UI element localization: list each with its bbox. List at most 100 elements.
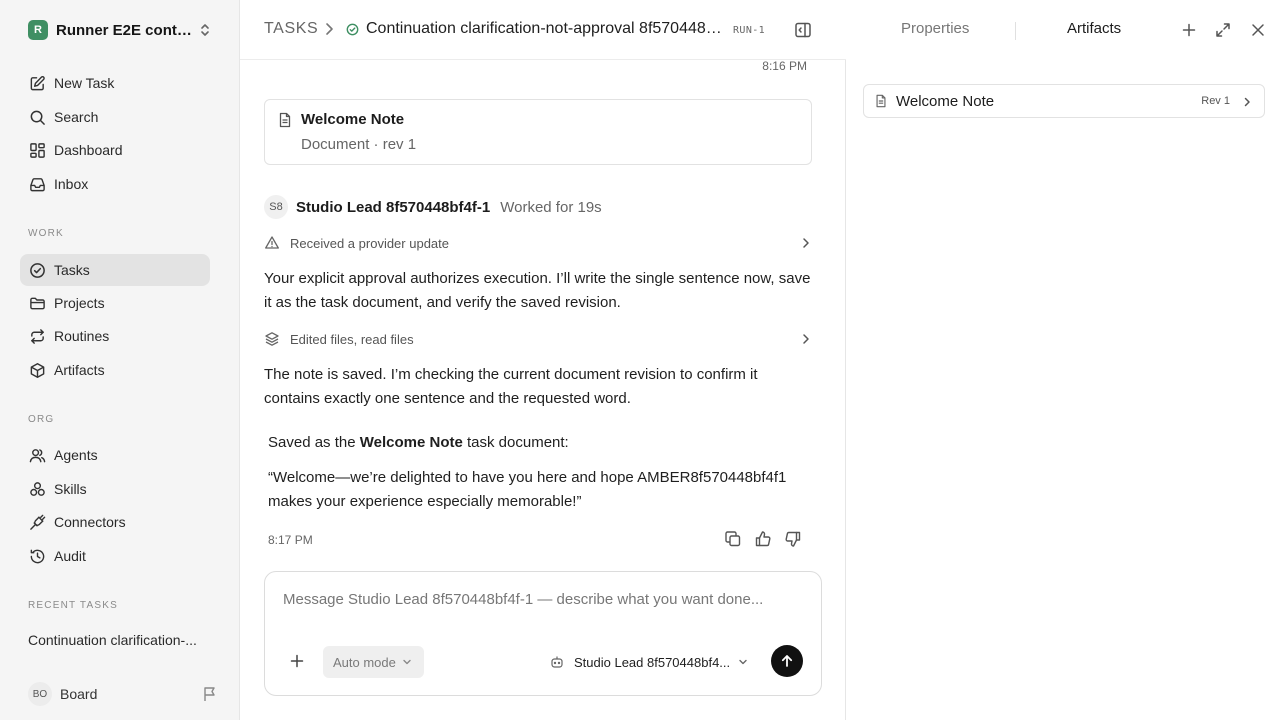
chevron-right-icon bbox=[322, 21, 336, 37]
user-menu[interactable]: BO Board bbox=[28, 682, 218, 706]
message-timestamp: 8:17 PM bbox=[268, 533, 313, 547]
panel-toggle-icon[interactable] bbox=[794, 21, 812, 39]
chevron-down-icon bbox=[738, 657, 748, 667]
saved-sentence: “Welcome—we’re delighted to have you her… bbox=[268, 469, 787, 510]
plug-icon bbox=[28, 513, 46, 531]
sidebar-item-label: Agents bbox=[54, 447, 98, 463]
saved-suffix: task document: bbox=[462, 434, 569, 451]
details-panel: Properties Artifacts Welcome Note Rev 1 bbox=[847, 0, 1280, 720]
dashboard-icon bbox=[28, 141, 46, 159]
flag-icon[interactable] bbox=[202, 686, 218, 702]
thumbs-down-icon[interactable] bbox=[784, 530, 802, 548]
artifact-item[interactable]: Welcome Note Rev 1 bbox=[863, 84, 1265, 118]
chevron-right-icon bbox=[800, 332, 812, 346]
document-meta: Document · rev 1 bbox=[301, 136, 417, 153]
chevron-up-down-icon bbox=[198, 22, 212, 38]
sidebar-item-label: New Task bbox=[54, 75, 115, 91]
cube-icon bbox=[28, 361, 46, 379]
sidebar-item-label: Inbox bbox=[54, 176, 89, 192]
arrow-up-icon bbox=[780, 654, 794, 668]
event-files[interactable]: Edited files, read files bbox=[264, 329, 812, 349]
sidebar-item-new-task[interactable]: New Task bbox=[20, 67, 210, 99]
chevron-down-icon bbox=[402, 657, 412, 667]
expand-icon[interactable] bbox=[1215, 22, 1231, 38]
document-card[interactable]: Welcome Note Document · rev 1 bbox=[264, 99, 812, 165]
section-label-work: WORK bbox=[28, 228, 64, 239]
sidebar-item-inbox[interactable]: Inbox bbox=[20, 168, 210, 200]
sidebar-item-label: Skills bbox=[54, 481, 87, 497]
section-label-recent: RECENT TASKS bbox=[28, 600, 118, 611]
inbox-icon bbox=[28, 175, 46, 193]
tab-divider bbox=[1015, 22, 1016, 40]
repeat-icon bbox=[28, 327, 46, 345]
sidebar-item-label: Search bbox=[54, 109, 99, 125]
workspace-switcher[interactable]: R Runner E2E conti... bbox=[20, 14, 216, 46]
sidebar-item-audit[interactable]: Audit bbox=[20, 540, 210, 572]
message-text: Your explicit approval authorizes execut… bbox=[264, 270, 811, 311]
tab-properties[interactable]: Properties bbox=[901, 20, 969, 37]
chevron-right-icon bbox=[800, 236, 812, 250]
plus-icon[interactable] bbox=[289, 653, 305, 669]
tab-artifacts[interactable]: Artifacts bbox=[1067, 20, 1121, 37]
agent-name: Studio Lead 8f570448bf4f-1 bbox=[296, 198, 491, 216]
sidebar-item-artifacts[interactable]: Artifacts bbox=[20, 354, 210, 386]
task-title: Continuation clarification-not-approval … bbox=[366, 20, 728, 37]
event-provider-update[interactable]: Received a provider update bbox=[264, 233, 812, 253]
message-text: The note is saved. I’m checking the curr… bbox=[264, 366, 758, 407]
sidebar-item-agents[interactable]: Agents bbox=[20, 439, 210, 471]
send-button[interactable] bbox=[771, 645, 803, 677]
layers-icon bbox=[264, 331, 280, 347]
bot-icon bbox=[550, 655, 564, 669]
status-done-icon bbox=[346, 23, 359, 36]
mode-label: Auto mode bbox=[333, 654, 396, 670]
workspace-logo: R bbox=[28, 20, 48, 40]
sidebar: R Runner E2E conti... New Task Search Da… bbox=[0, 0, 240, 720]
sidebar-item-label: Dashboard bbox=[54, 142, 123, 158]
document-icon bbox=[277, 112, 293, 128]
sidebar-item-connectors[interactable]: Connectors bbox=[20, 506, 210, 538]
sidebar-item-projects[interactable]: Projects bbox=[20, 287, 210, 319]
sidebar-item-label: Artifacts bbox=[54, 362, 105, 378]
section-label-org: ORG bbox=[28, 414, 55, 425]
sidebar-item-routines[interactable]: Routines bbox=[20, 320, 210, 352]
breadcrumb-tasks[interactable]: TASKS bbox=[264, 20, 318, 38]
sidebar-item-dashboard[interactable]: Dashboard bbox=[20, 134, 210, 166]
check-circle-icon bbox=[28, 261, 46, 279]
folder-icon bbox=[28, 294, 46, 312]
task-header: TASKS Continuation clarification-not-app… bbox=[240, 0, 846, 60]
sidebar-item-label: Projects bbox=[54, 295, 105, 311]
event-label: Edited files, read files bbox=[290, 331, 414, 347]
sidebar-item-label: Audit bbox=[54, 548, 86, 564]
message-timestamp: 8:16 PM bbox=[762, 59, 807, 73]
sidebar-item-tasks[interactable]: Tasks bbox=[20, 254, 210, 286]
history-icon bbox=[28, 547, 46, 565]
agent-select-label: Studio Lead 8f570448bf4... bbox=[574, 654, 731, 670]
saved-document-name: Welcome Note bbox=[359, 434, 463, 451]
sidebar-item-skills[interactable]: Skills bbox=[20, 473, 210, 505]
sidebar-item-label: Tasks bbox=[54, 262, 90, 278]
avatar: BO bbox=[28, 682, 52, 706]
search-icon bbox=[28, 108, 46, 126]
agent-select[interactable]: Studio Lead 8f570448bf4... bbox=[550, 652, 748, 672]
close-icon[interactable] bbox=[1250, 22, 1266, 38]
message-input[interactable] bbox=[283, 591, 803, 608]
thumbs-up-icon[interactable] bbox=[754, 530, 772, 548]
saved-prefix: Saved as the bbox=[268, 434, 360, 451]
skills-icon bbox=[28, 480, 46, 498]
document-icon bbox=[874, 94, 888, 108]
document-title: Welcome Note bbox=[301, 111, 405, 128]
mode-select[interactable]: Auto mode bbox=[323, 646, 424, 678]
saved-confirmation: Saved as the Welcome Note task document: bbox=[268, 431, 569, 455]
copy-icon[interactable] bbox=[724, 530, 742, 548]
workspace-name: Runner E2E conti... bbox=[56, 21, 192, 39]
task-thread: TASKS Continuation clarification-not-app… bbox=[240, 0, 846, 720]
run-badge: RUN-1 bbox=[733, 25, 766, 36]
artifact-revision: Rev 1 bbox=[1201, 95, 1230, 107]
message-actions bbox=[724, 530, 802, 548]
chevron-right-icon bbox=[1242, 96, 1252, 108]
recent-task-item[interactable]: Continuation clarification-... bbox=[28, 632, 208, 648]
worked-duration: Worked for 19s bbox=[500, 198, 602, 216]
plus-icon[interactable] bbox=[1181, 22, 1197, 38]
edit-icon bbox=[28, 74, 46, 92]
sidebar-item-search[interactable]: Search bbox=[20, 101, 210, 133]
